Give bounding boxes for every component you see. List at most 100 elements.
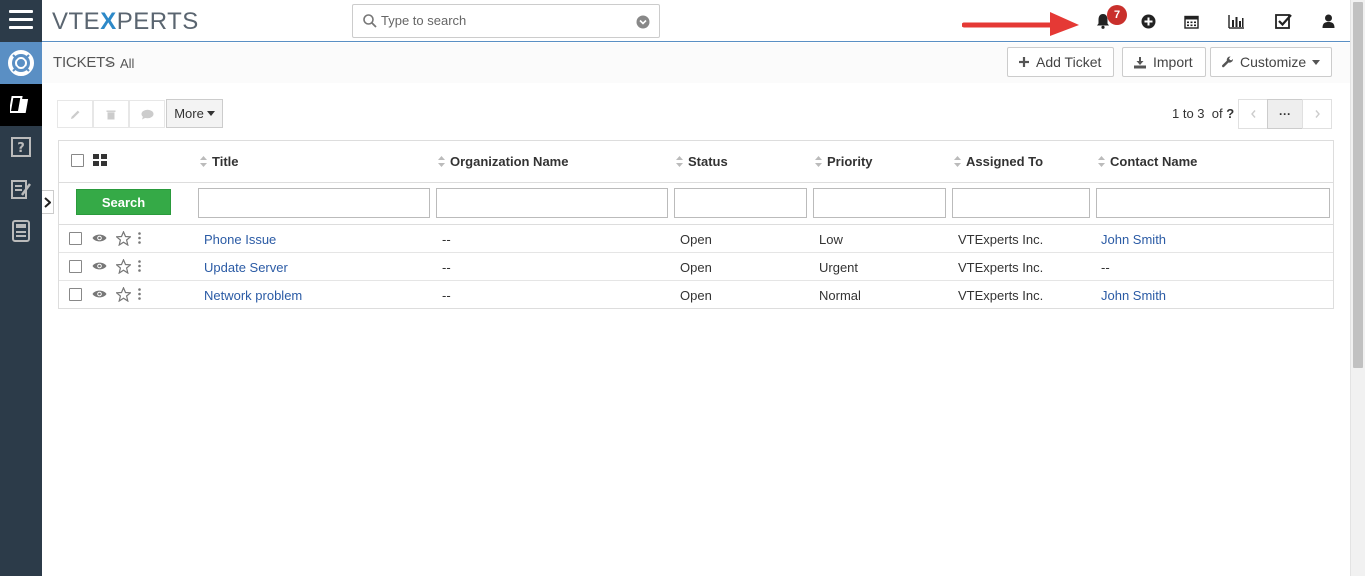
column-header-contact-name[interactable]: Contact Name <box>1098 154 1197 169</box>
tickets-table: Title Organization Name Status Priority … <box>58 140 1334 309</box>
page-scrollbar[interactable] <box>1350 0 1365 576</box>
prev-page-button[interactable] <box>1238 99 1268 129</box>
comment-button[interactable] <box>129 100 165 128</box>
cell-status: Open <box>680 232 712 247</box>
eye-icon[interactable] <box>91 286 107 302</box>
column-label: Assigned To <box>966 154 1044 169</box>
filter-title-input[interactable] <box>198 188 430 218</box>
row-checkbox[interactable] <box>69 260 82 273</box>
column-header-priority[interactable]: Priority <box>815 154 873 169</box>
quick-create-icon[interactable] <box>1139 12 1157 30</box>
edit-button[interactable] <box>57 100 93 128</box>
sidebar-toggle[interactable] <box>42 190 54 214</box>
table-row[interactable]: Update Server -- Open Urgent VTExperts I… <box>59 253 1333 281</box>
search-button[interactable]: Search <box>76 189 171 215</box>
ticket-icon <box>10 96 29 113</box>
sidebar-item-documents[interactable] <box>0 168 42 210</box>
column-header-status[interactable]: Status <box>676 154 728 169</box>
customize-button[interactable]: Customize <box>1210 47 1332 77</box>
scrollbar-thumb[interactable] <box>1353 2 1363 368</box>
page-jump-label: ··· <box>1279 107 1291 121</box>
eye-icon[interactable] <box>91 230 107 246</box>
page-total[interactable]: ? <box>1226 106 1234 121</box>
sidebar: ? <box>0 0 42 576</box>
add-ticket-label: Add Ticket <box>1036 54 1102 70</box>
cell-priority: Low <box>819 232 843 247</box>
import-button[interactable]: Import <box>1122 47 1206 77</box>
filter-organization-input[interactable] <box>436 188 668 218</box>
chevron-right-icon <box>1314 110 1320 118</box>
column-label: Title <box>212 154 239 169</box>
calendar-icon[interactable] <box>1182 12 1200 30</box>
reports-chart-icon[interactable] <box>1227 12 1245 30</box>
filter-contact-input[interactable] <box>1096 188 1330 218</box>
edit-document-icon <box>11 180 32 199</box>
table-row[interactable]: Network problem -- Open Normal VTExperts… <box>59 281 1333 309</box>
star-icon[interactable] <box>115 230 131 246</box>
more-vertical-icon[interactable] <box>135 286 143 302</box>
next-page-button[interactable] <box>1302 99 1332 129</box>
column-header-organization[interactable]: Organization Name <box>438 154 568 169</box>
sidebar-item-support[interactable] <box>0 42 42 84</box>
menu-icon[interactable] <box>9 10 33 32</box>
cell-organization: -- <box>442 260 451 275</box>
column-label: Organization Name <box>450 154 569 169</box>
column-header-assigned-to[interactable]: Assigned To <box>954 154 1043 169</box>
sidebar-item-reports[interactable] <box>0 210 42 252</box>
comment-icon <box>141 109 153 119</box>
more-vertical-icon[interactable] <box>135 230 143 246</box>
tasks-checkbox-icon[interactable] <box>1274 12 1292 30</box>
chevron-down-circle-icon[interactable] <box>636 15 650 29</box>
more-dropdown-button[interactable]: More <box>166 99 223 128</box>
select-all-checkbox[interactable] <box>71 154 84 167</box>
filter-priority-input[interactable] <box>813 188 946 218</box>
cell-organization: -- <box>442 288 451 303</box>
sidebar-item-tickets[interactable] <box>0 84 42 126</box>
caret-down-icon <box>1312 59 1321 65</box>
star-icon[interactable] <box>115 286 131 302</box>
wrench-icon <box>1221 55 1234 67</box>
global-search[interactable] <box>352 4 660 38</box>
delete-button[interactable] <box>93 100 129 128</box>
caret-down-icon <box>206 111 215 116</box>
sort-icon <box>200 156 207 167</box>
page-jump-button[interactable]: ··· <box>1267 99 1303 129</box>
customize-label: Customize <box>1240 54 1307 70</box>
filter-row: Search <box>59 182 1333 225</box>
svg-text:?: ? <box>17 141 25 156</box>
sort-icon <box>438 156 445 167</box>
page-of-label: of <box>1211 106 1223 121</box>
column-label: Contact Name <box>1110 154 1198 169</box>
filter-status-input[interactable] <box>674 188 807 218</box>
cell-status: Open <box>680 288 712 303</box>
column-label: Priority <box>827 154 873 169</box>
user-profile-icon[interactable] <box>1319 12 1337 30</box>
eye-icon[interactable] <box>91 258 107 274</box>
more-vertical-icon[interactable] <box>135 258 143 274</box>
row-checkbox[interactable] <box>69 232 82 245</box>
row-checkbox[interactable] <box>69 288 82 301</box>
ticket-title-link[interactable]: Phone Issue <box>204 232 276 247</box>
cell-assigned-to: VTExperts Inc. <box>958 288 1044 303</box>
column-header-title[interactable]: Title <box>200 154 239 169</box>
column-layout-icon[interactable] <box>93 154 107 166</box>
contact-name-link[interactable]: John Smith <box>1101 288 1166 303</box>
contact-name-link[interactable]: John Smith <box>1101 232 1166 247</box>
filter-assigned-input[interactable] <box>952 188 1090 218</box>
search-input[interactable] <box>381 13 621 28</box>
pencil-icon <box>70 110 79 119</box>
add-ticket-button[interactable]: Add Ticket <box>1007 47 1114 77</box>
cell-priority: Normal <box>819 288 861 303</box>
sort-icon <box>815 156 822 167</box>
ticket-title-link[interactable]: Network problem <box>204 288 302 303</box>
ticket-title-link[interactable]: Update Server <box>204 260 288 275</box>
notification-badge[interactable]: 7 <box>1107 5 1127 25</box>
top-header: VTEXPERTS 7 <box>42 0 1350 42</box>
sidebar-item-faq[interactable]: ? <box>0 126 42 168</box>
star-icon[interactable] <box>115 258 131 274</box>
cell-status: Open <box>680 260 712 275</box>
sort-icon <box>676 156 683 167</box>
table-row[interactable]: Phone Issue -- Open Low VTExperts Inc. J… <box>59 225 1333 253</box>
trash-icon <box>106 110 116 119</box>
brand-logo[interactable]: VTEXPERTS <box>52 8 199 36</box>
